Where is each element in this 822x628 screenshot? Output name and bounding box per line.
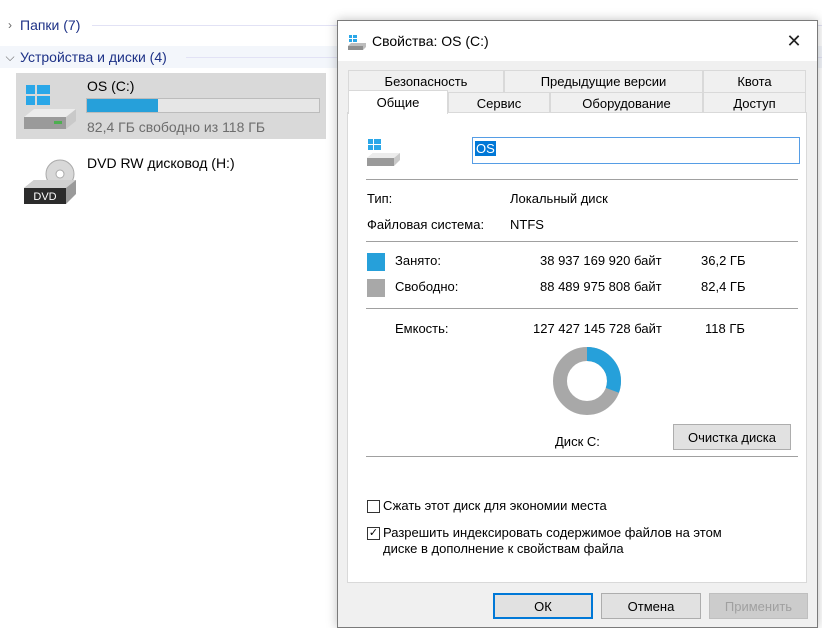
cancel-button[interactable]: Отмена [601, 593, 701, 619]
disk-usage-donut [553, 347, 621, 415]
drive-icon [348, 35, 366, 50]
divider [366, 308, 798, 309]
index-label-line1[interactable]: Разрешить индексировать содержимое файло… [383, 525, 722, 540]
capacity-label: Емкость: [395, 321, 449, 336]
drive-usage-fill [87, 99, 158, 112]
capacity-bytes: 127 427 145 728 байт [533, 321, 662, 336]
index-label-line2[interactable]: диске в дополнение к свойствам файла [383, 541, 624, 556]
filesystem-label: Файловая система: [367, 217, 485, 232]
hard-drive-windows-icon [24, 85, 76, 129]
type-value: Локальный диск [510, 191, 608, 206]
tab-general[interactable]: Общие [348, 90, 448, 114]
free-size: 82,4 ГБ [701, 279, 746, 294]
tab-tools[interactable]: Сервис [448, 92, 550, 114]
chevron-down-icon[interactable]: ⌵ [0, 50, 20, 65]
index-checkbox[interactable]: ✓ [367, 527, 380, 540]
dvd-icon-label: DVD [33, 191, 56, 203]
divider [366, 179, 798, 180]
compress-label[interactable]: Сжать этот диск для экономии места [383, 498, 607, 513]
used-label: Занято: [395, 253, 441, 268]
drive-tile-dvd[interactable]: DVD DVD RW дисковод (H:) [16, 148, 326, 214]
divider [366, 456, 798, 457]
close-icon: ✕ [786, 30, 802, 51]
folders-header-label: Папки (7) [20, 17, 81, 33]
drive-tile-os[interactable]: OS (C:) 82,4 ГБ свободно из 118 ГБ [16, 73, 326, 139]
drive-name-value: OS [475, 141, 496, 156]
drive-name: DVD RW дисковод (H:) [87, 155, 235, 171]
tab-hardware[interactable]: Оборудование [550, 92, 703, 114]
dvd-drive-icon: DVD [24, 159, 76, 204]
filesystem-value: NTFS [510, 217, 544, 232]
apply-button[interactable]: Применить [709, 593, 808, 619]
drive-name-input[interactable]: OS [472, 137, 800, 164]
tab-quota[interactable]: Квота [703, 70, 806, 92]
used-space-swatch [367, 253, 385, 271]
used-size: 36,2 ГБ [701, 253, 746, 268]
devices-header-label: Устройства и диски (4) [20, 49, 167, 65]
tabs-row-back: Безопасность Предыдущие версии Квота [348, 70, 806, 92]
tab-previous-versions[interactable]: Предыдущие версии [504, 70, 703, 92]
free-label: Свободно: [395, 279, 459, 294]
disk-cleanup-button[interactable]: Очистка диска [673, 424, 791, 450]
capacity-size: 118 ГБ [705, 321, 745, 336]
properties-dialog: Свойства: OS (C:) ✕ Безопасность Предыду… [337, 20, 818, 628]
drive-usage-bar [86, 98, 320, 113]
dialog-title: Свойства: OS (C:) [372, 33, 489, 49]
general-tab-panel: OS Тип: Локальный диск Файловая система:… [347, 112, 807, 583]
drive-free-space: 82,4 ГБ свободно из 118 ГБ [87, 119, 266, 135]
tabs-row-front: Общие Сервис Оборудование Доступ [348, 90, 806, 114]
ok-button[interactable]: ОК [493, 593, 593, 619]
drive-icon [367, 139, 400, 166]
tab-sharing[interactable]: Доступ [703, 92, 806, 114]
tab-security[interactable]: Безопасность [348, 70, 504, 92]
used-bytes: 38 937 169 920 байт [540, 253, 662, 268]
free-space-swatch [367, 279, 385, 297]
compress-checkbox[interactable] [367, 500, 380, 513]
drive-name: OS (C:) [87, 78, 135, 94]
dialog-titlebar[interactable]: Свойства: OS (C:) ✕ [338, 21, 817, 61]
free-bytes: 88 489 975 808 байт [540, 279, 662, 294]
chevron-right-icon[interactable]: › [0, 18, 20, 32]
disk-label: Диск C: [555, 434, 600, 449]
type-label: Тип: [367, 191, 393, 206]
divider [366, 241, 798, 242]
close-button[interactable]: ✕ [771, 21, 817, 61]
